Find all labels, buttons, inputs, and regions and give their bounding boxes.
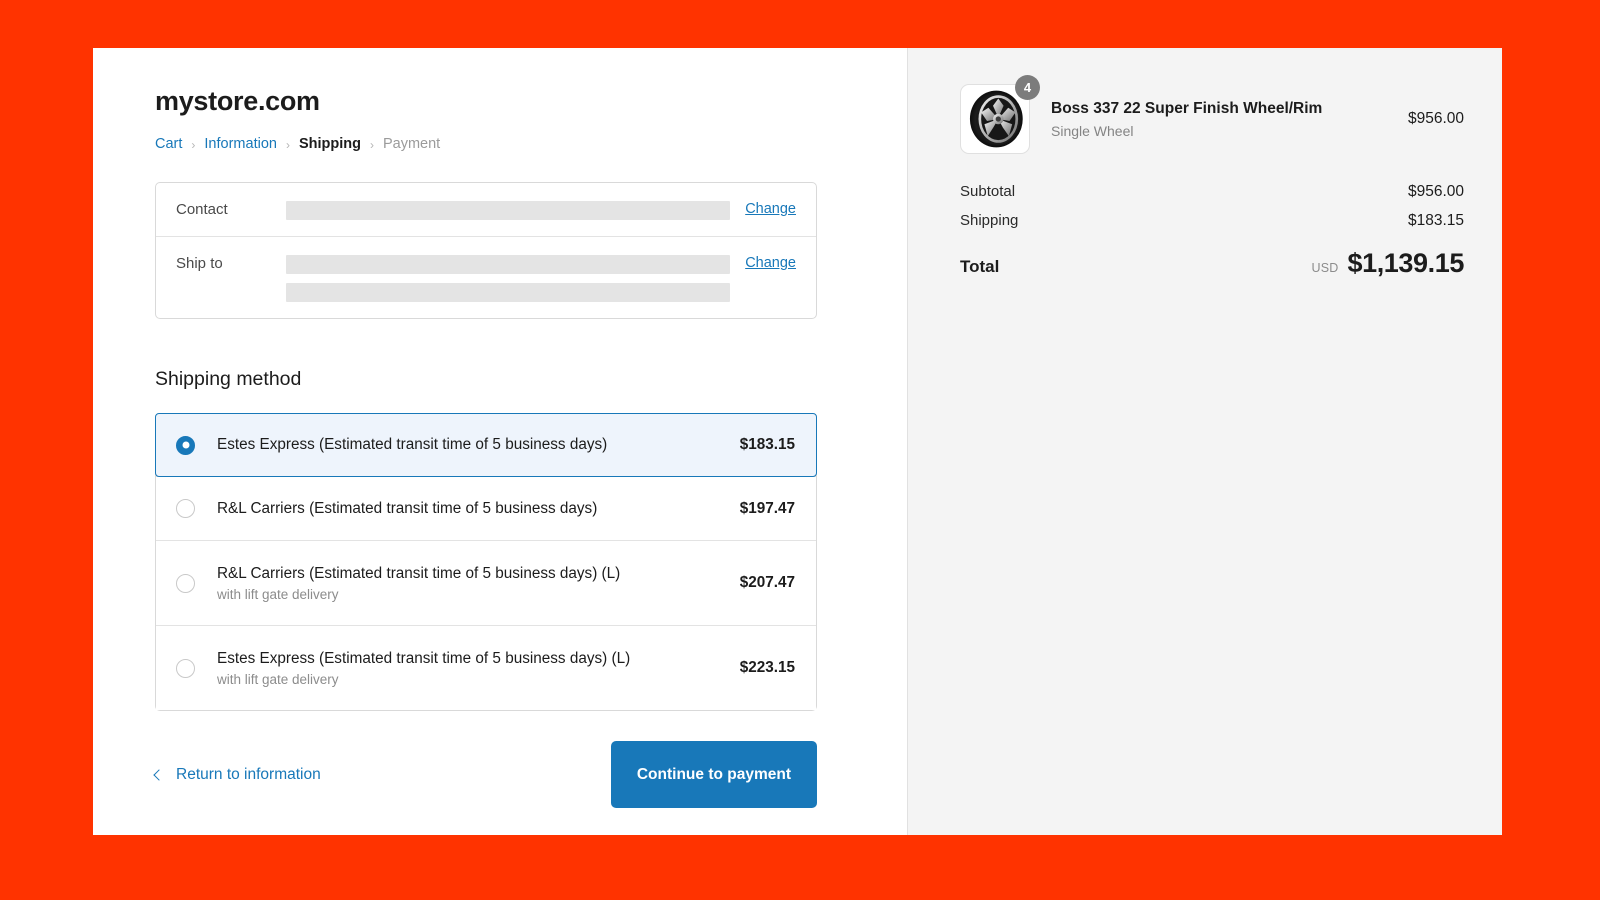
breadcrumb-item-shipping: Shipping bbox=[298, 136, 361, 152]
subtotal-value: $956.00 bbox=[1407, 183, 1464, 200]
shipping-option-rl-carriers[interactable]: R&L Carriers (Estimated transit time of … bbox=[156, 476, 816, 540]
radio-icon[interactable] bbox=[176, 573, 195, 593]
shipping-option-estes-express[interactable]: Estes Express (Estimated transit time of… bbox=[155, 413, 817, 477]
review-row-ship-to: Ship to Change bbox=[156, 236, 816, 318]
shipping-total-value: $183.15 bbox=[1407, 212, 1464, 229]
cart-line-item: 4 Boss 337 22 Super Finish Wheel/Rim Sin… bbox=[960, 75, 1464, 154]
subtotal-label: Subtotal bbox=[960, 183, 1016, 200]
product-info: Boss 337 22 Super Finish Wheel/Rim Singl… bbox=[1051, 99, 1408, 139]
currency-code: USD bbox=[1311, 261, 1339, 275]
return-to-information-link[interactable]: Return to information bbox=[153, 765, 321, 784]
shipping-total-row: Shipping $183.15 bbox=[960, 212, 1464, 230]
shipping-option-label: Estes Express (Estimated transit time of… bbox=[217, 649, 631, 667]
breadcrumb-separator: › bbox=[369, 138, 374, 152]
checkout-main-column: mystore.com Cart › Information › Shippin… bbox=[93, 48, 907, 835]
page-background: mystore.com Cart › Information › Shippin… bbox=[0, 0, 1600, 900]
review-value-contact bbox=[286, 199, 730, 220]
change-contact-link[interactable]: Change bbox=[730, 199, 796, 217]
shipping-option-price: $197.47 bbox=[739, 499, 795, 517]
product-price: $956.00 bbox=[1407, 110, 1464, 127]
review-value-ship-to bbox=[286, 253, 730, 302]
shipping-option-rl-carriers-liftgate[interactable]: R&L Carriers (Estimated transit time of … bbox=[156, 540, 816, 625]
shipping-option-price: $207.47 bbox=[739, 574, 795, 591]
return-to-information-label: Return to information bbox=[176, 765, 321, 783]
grand-total-label: Total bbox=[960, 257, 1000, 276]
breadcrumb-item-cart[interactable]: Cart bbox=[155, 136, 182, 152]
radio-icon[interactable] bbox=[176, 658, 195, 678]
shipping-option-text: Estes Express (Estimated transit time of… bbox=[217, 435, 740, 455]
shipping-option-estes-express-liftgate[interactable]: Estes Express (Estimated transit time of… bbox=[156, 625, 816, 710]
review-label-contact: Contact bbox=[176, 201, 228, 218]
breadcrumb-item-payment: Payment bbox=[382, 136, 441, 152]
redacted-value-bar bbox=[286, 201, 730, 220]
radio-icon[interactable] bbox=[176, 435, 195, 455]
grand-total-amount: USD $1,139.15 bbox=[1311, 248, 1464, 279]
order-summary-panel: 4 Boss 337 22 Super Finish Wheel/Rim Sin… bbox=[907, 48, 1502, 835]
quantity-badge: 4 bbox=[1015, 75, 1040, 100]
review-label-ship-to: Ship to bbox=[176, 255, 223, 272]
totals-section: Subtotal $956.00 Shipping $183.15 Total … bbox=[960, 183, 1464, 279]
product-thumbnail-wrapper: 4 bbox=[960, 75, 1040, 154]
product-variant: Single Wheel bbox=[1051, 122, 1134, 139]
shipping-option-text: Estes Express (Estimated transit time of… bbox=[217, 649, 740, 688]
shipping-option-text: R&L Carriers (Estimated transit time of … bbox=[217, 499, 740, 519]
chevron-left-icon bbox=[153, 768, 165, 781]
checkout-container: mystore.com Cart › Information › Shippin… bbox=[93, 48, 1502, 835]
radio-icon[interactable] bbox=[176, 499, 195, 518]
grand-total-row: Total USD $1,139.15 bbox=[960, 248, 1464, 279]
breadcrumb-separator: › bbox=[191, 138, 196, 152]
shipping-option-label: Estes Express (Estimated transit time of… bbox=[217, 436, 608, 454]
redacted-value-bar bbox=[286, 255, 730, 274]
continue-to-payment-button[interactable]: Continue to payment bbox=[610, 741, 817, 808]
shipping-method-heading: Shipping method bbox=[155, 368, 302, 390]
grand-total-value: $1,139.15 bbox=[1347, 248, 1464, 278]
subtotal-row: Subtotal $956.00 bbox=[960, 183, 1464, 201]
breadcrumb-separator: › bbox=[285, 138, 290, 152]
shipping-option-label: R&L Carriers (Estimated transit time of … bbox=[217, 499, 598, 517]
shipping-option-label: R&L Carriers (Estimated transit time of … bbox=[217, 564, 621, 582]
product-name: Boss 337 22 Super Finish Wheel/Rim bbox=[1051, 100, 1323, 118]
shipping-option-text: R&L Carriers (Estimated transit time of … bbox=[217, 564, 740, 603]
shipping-option-sublabel: with lift gate delivery bbox=[217, 587, 339, 603]
review-row-contact: Contact Change bbox=[156, 183, 816, 236]
redacted-value-bar bbox=[286, 283, 730, 302]
change-ship-to-link[interactable]: Change bbox=[730, 253, 796, 271]
shipping-option-price: $223.15 bbox=[739, 659, 795, 676]
shipping-option-price: $183.15 bbox=[739, 436, 795, 453]
order-review-box: Contact Change Ship to Change bbox=[155, 182, 817, 319]
shipping-total-label: Shipping bbox=[960, 212, 1019, 229]
breadcrumb-item-information[interactable]: Information bbox=[204, 136, 277, 152]
shipping-option-sublabel: with lift gate delivery bbox=[217, 672, 339, 688]
page-title: mystore.com bbox=[155, 86, 320, 116]
breadcrumb: Cart › Information › Shipping › Payment bbox=[155, 136, 907, 152]
shipping-method-list: Estes Express (Estimated transit time of… bbox=[155, 413, 817, 711]
checkout-actions: Return to information Continue to paymen… bbox=[153, 741, 817, 808]
